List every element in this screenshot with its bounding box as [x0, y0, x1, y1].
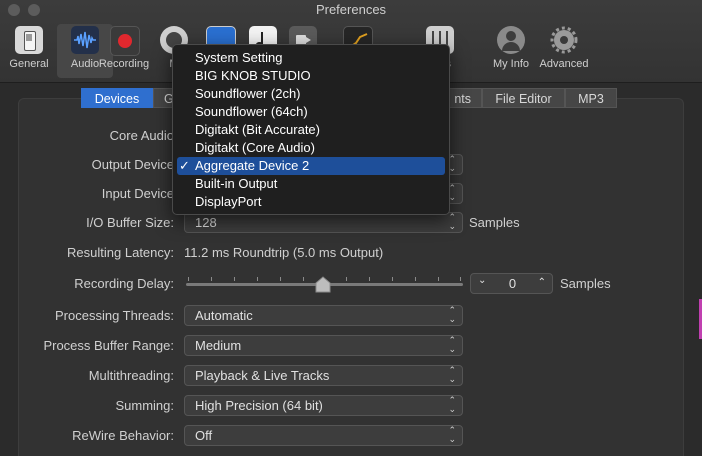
toolbar-advanced[interactable]: Advanced [536, 24, 592, 78]
menu-item-system-setting[interactable]: System Setting [177, 49, 445, 67]
user-icon [497, 26, 525, 54]
checkmark-icon: ✓ [179, 158, 190, 173]
slider-tick [438, 277, 439, 281]
processing-threads-value: Automatic [195, 308, 253, 323]
general-icon [15, 26, 43, 54]
multithreading-value: Playback & Live Tracks [195, 368, 330, 383]
recording-delay-units: Samples [560, 276, 611, 291]
slider-tick [280, 277, 281, 281]
menu-item-displayport[interactable]: DisplayPort [177, 193, 445, 211]
tab-bar-right: nts File Editor MP3 [440, 88, 617, 108]
recording-delay-label: Recording Delay: [74, 276, 174, 291]
rewire-label: ReWire Behavior: [72, 428, 174, 443]
tab-bar: Devices G [81, 88, 183, 108]
latency-value: 11.2 ms Roundtrip (5.0 ms Output) [184, 245, 384, 260]
audio-waveform-icon [71, 26, 99, 54]
rewire-value: Off [195, 428, 213, 443]
summing-value: High Precision (64 bit) [195, 398, 323, 413]
menu-item-big-knob-studio[interactable]: BIG KNOB STUDIO [177, 67, 445, 85]
menu-item-built-in-output[interactable]: Built-in Output [177, 175, 445, 193]
tab-devices[interactable]: Devices [81, 88, 153, 108]
buffer-range-value: Medium [195, 338, 242, 353]
menu-item-digitakt-bit-accurate[interactable]: Digitakt (Bit Accurate) [177, 121, 445, 139]
output-device-menu: System Setting BIG KNOB STUDIO Soundflow… [172, 44, 450, 215]
gear-icon [550, 26, 578, 54]
up-down-chevron-icon: ⌃ ⌄ [448, 335, 456, 354]
slider-knob[interactable] [315, 276, 331, 293]
slider-tick [346, 277, 347, 281]
buffer-range-popup[interactable]: Medium ⌃ ⌄ [184, 335, 463, 356]
up-down-chevron-icon: ⌃ ⌄ [448, 395, 456, 414]
up-down-chevron-icon: ⌃ ⌄ [448, 212, 456, 231]
summing-popup[interactable]: High Precision (64 bit) ⌃ ⌄ [184, 395, 463, 416]
processing-threads-popup[interactable]: Automatic ⌃ ⌄ [184, 305, 463, 326]
slider-tick [392, 277, 393, 281]
core-audio-label: Core Audio [109, 128, 174, 143]
chevron-up-icon[interactable]: ⌃ [538, 277, 546, 288]
slider-tick [303, 277, 304, 281]
output-device-label: Output Device [91, 157, 174, 172]
summing-label: Summing: [115, 398, 174, 413]
processing-threads-label: Processing Threads: [55, 308, 174, 323]
menu-item-aggregate-device-2[interactable]: ✓ Aggregate Device 2 [177, 157, 445, 175]
input-device-label: Input Device [101, 186, 174, 201]
menu-item-soundflower-64ch[interactable]: Soundflower (64ch) [177, 103, 445, 121]
recording-delay-stepper[interactable]: ⌄ 0 ⌃ [470, 273, 553, 294]
multithreading-label: Multithreading: [88, 368, 174, 383]
tab-mp3[interactable]: MP3 [565, 88, 617, 108]
menu-item-soundflower-2ch[interactable]: Soundflower (2ch) [177, 85, 445, 103]
io-buffer-popup[interactable]: 128 ⌃ ⌄ [184, 212, 463, 233]
multithreading-popup[interactable]: Playback & Live Tracks ⌃ ⌄ [184, 365, 463, 386]
latency-label: Resulting Latency: [67, 245, 174, 260]
slider-tick [234, 277, 235, 281]
toolbar-advanced-label: Advanced [539, 58, 589, 70]
buffer-range-label: Process Buffer Range: [43, 338, 174, 353]
slider-tick [369, 277, 370, 281]
io-buffer-label: I/O Buffer Size: [86, 215, 174, 230]
up-down-chevron-icon: ⌃ ⌄ [448, 305, 456, 324]
io-buffer-units: Samples [469, 215, 520, 230]
record-icon [110, 26, 140, 56]
io-buffer-value: 128 [195, 215, 217, 230]
slider-tick [188, 277, 189, 281]
preferences-window: Preferences General Audio Recording My I… [0, 0, 702, 456]
up-down-chevron-icon: ⌃ ⌄ [448, 365, 456, 384]
up-down-chevron-icon: ⌃ ⌄ [448, 425, 456, 444]
window-title: Preferences [315, 2, 387, 17]
slider-tick [211, 277, 212, 281]
slider-tick [460, 277, 461, 281]
menu-item-label: Aggregate Device 2 [195, 158, 310, 173]
tab-file-editor[interactable]: File Editor [482, 88, 565, 108]
rewire-popup[interactable]: Off ⌃ ⌄ [184, 425, 463, 446]
slider-tick [257, 277, 258, 281]
menu-item-digitakt-core-audio[interactable]: Digitakt (Core Audio) [177, 139, 445, 157]
slider-tick [415, 277, 416, 281]
